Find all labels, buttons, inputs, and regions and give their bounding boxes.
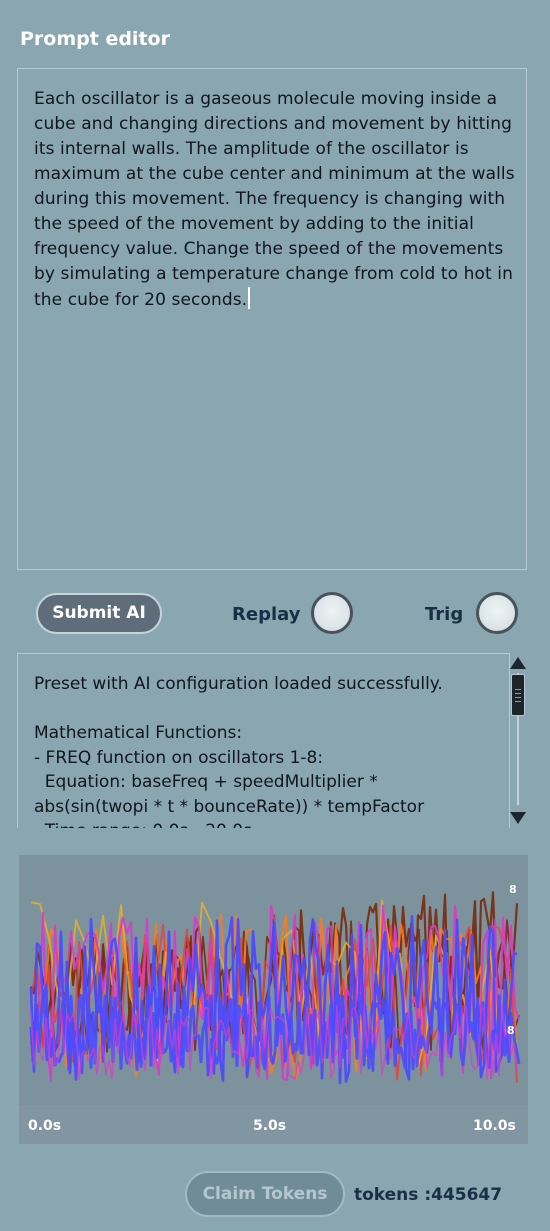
time-tick-end: 10.0s	[473, 1118, 516, 1134]
page-title: Prompt editor	[20, 28, 170, 50]
trig-toggle[interactable]	[476, 592, 518, 634]
replay-toggle[interactable]	[311, 592, 353, 634]
waveform-svg: 8 8	[19, 855, 528, 1144]
trig-label: Trig	[425, 604, 464, 625]
log-text: Preset with AI configuration loaded succ…	[34, 674, 443, 828]
scroll-down-arrow-icon[interactable]	[510, 812, 526, 824]
scrollbar-thumb[interactable]	[511, 674, 525, 716]
log-output[interactable]: Preset with AI configuration loaded succ…	[17, 653, 510, 828]
time-tick-mid: 5.0s	[253, 1118, 287, 1134]
time-tick-start: 0.0s	[28, 1118, 62, 1134]
scroll-up-arrow-icon[interactable]	[510, 657, 526, 669]
submit-ai-button[interactable]: Submit AI	[36, 593, 162, 634]
replay-label: Replay	[232, 604, 301, 625]
claim-tokens-button[interactable]: Claim Tokens	[185, 1171, 345, 1217]
token-count: tokens :445647	[354, 1185, 503, 1205]
waveform-visualizer: 8 8	[19, 855, 528, 1144]
prompt-text: Each oscillator is a gaseous molecule mo…	[34, 89, 515, 310]
marker-upper: 8	[509, 883, 517, 896]
marker-lower: 8	[507, 1024, 515, 1037]
text-caret	[248, 287, 251, 309]
prompt-textarea[interactable]: Each oscillator is a gaseous molecule mo…	[17, 68, 527, 570]
